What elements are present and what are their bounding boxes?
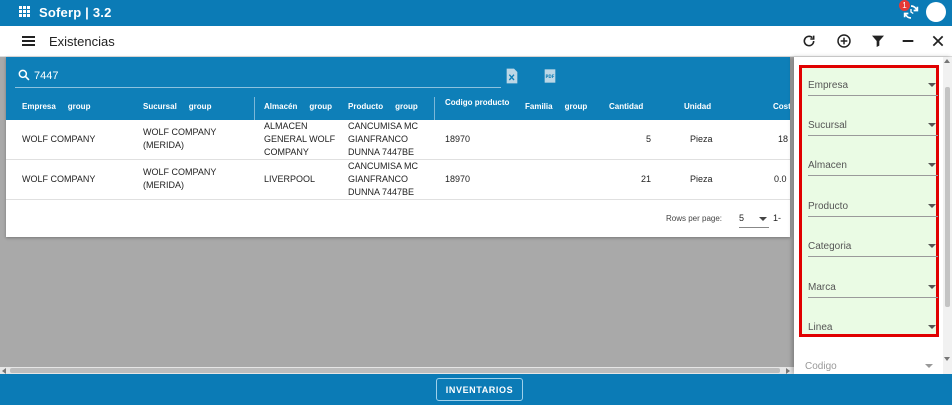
notification-badge: 1 <box>899 0 910 11</box>
apps-grid-icon[interactable] <box>19 6 30 17</box>
filter-categoria-select[interactable]: Categoria <box>808 237 938 257</box>
add-circle-icon[interactable] <box>836 33 852 49</box>
cell-sucursal: WOLF COMPANY (MERIDA) <box>143 127 217 150</box>
app-bar: Soferp | 3.2 1 <box>0 0 952 26</box>
column-header-producto[interactable]: Producto group <box>348 102 418 111</box>
cell-codigo: 18970 <box>445 174 471 184</box>
column-header-familia[interactable]: Familia group <box>525 102 587 111</box>
chevron-down-icon <box>928 83 936 87</box>
chevron-down-icon <box>925 364 933 368</box>
rows-per-page-label: Rows per page: <box>666 214 723 223</box>
horizontal-scrollbar[interactable] <box>0 367 794 374</box>
column-header-sucursal[interactable]: Sucursal group <box>143 102 211 111</box>
refresh-icon[interactable] <box>801 33 817 49</box>
column-divider <box>434 97 435 120</box>
column-header-unidad[interactable]: Unidad <box>684 102 711 111</box>
cell-costo: 18 <box>778 134 789 144</box>
column-divider <box>254 97 255 120</box>
cell-empresa: WOLF COMPANY <box>22 134 96 144</box>
chevron-down-icon <box>928 163 936 167</box>
chevron-down-icon <box>928 244 936 248</box>
search-bar <box>15 66 501 88</box>
chevron-down-icon[interactable] <box>759 217 767 221</box>
filters-highlight-box: Empresa Sucursal Almacen Producto Catego… <box>799 65 939 337</box>
cell-producto: CANCUMISA MC GIANFRANCO DUNNA 7447BE <box>348 161 419 197</box>
cell-cantidad: 5 <box>645 134 651 144</box>
filter-icon[interactable] <box>870 33 886 49</box>
filter-almacen-select[interactable]: Almacen <box>808 156 938 176</box>
content-overlay[interactable]: PDF Empresagroup Sucursalgroup Almacéngr… <box>0 57 794 369</box>
search-input[interactable] <box>34 68 474 84</box>
table-row[interactable]: WOLF COMPANY WOLF COMPANY (MERIDA) LIVERP… <box>6 160 790 200</box>
chevron-down-icon <box>928 325 936 329</box>
chevron-down-icon <box>928 285 936 289</box>
bottom-bar: INVENTARIOS <box>0 374 952 405</box>
cell-codigo: 18970 <box>445 134 471 144</box>
column-header-costo[interactable]: Costo <box>773 102 790 111</box>
search-icon <box>18 69 30 81</box>
column-header-almacen[interactable]: Almacén group <box>264 102 332 111</box>
scrollbar-thumb[interactable] <box>945 87 950 307</box>
chevron-down-icon <box>928 204 936 208</box>
cell-producto: CANCUMISA MC GIANFRANCO DUNNA 7447BE <box>348 121 419 157</box>
table-header: PDF Empresagroup Sucursalgroup Almacéngr… <box>6 57 790 120</box>
cell-almacen: LIVERPOOL <box>264 174 316 184</box>
rows-per-page-select[interactable]: 5 <box>739 213 744 223</box>
cell-unidad: Pieza <box>690 174 713 184</box>
pagination-range: 1- <box>773 213 782 223</box>
cell-empresa: WOLF COMPANY <box>22 174 96 184</box>
pdf-export-icon[interactable]: PDF <box>543 68 557 84</box>
cell-costo: 0.0 <box>774 174 787 184</box>
filter-codigo-select[interactable]: Codigo <box>805 357 935 374</box>
select-underline <box>739 227 769 228</box>
user-avatar[interactable] <box>926 2 946 22</box>
minimize-icon[interactable] <box>900 33 916 49</box>
close-icon[interactable] <box>930 33 946 49</box>
excel-export-icon[interactable] <box>505 68 519 84</box>
filter-producto-select[interactable]: Producto <box>808 197 938 217</box>
scroll-down-icon[interactable] <box>944 357 950 361</box>
page-title: Existencias <box>49 34 115 49</box>
column-header-codigo-producto[interactable]: Codigo producto <box>445 98 509 107</box>
column-header-cantidad[interactable]: Cantidad <box>609 102 643 111</box>
cell-sucursal: WOLF COMPANY (MERIDA) <box>143 167 217 190</box>
svg-text:PDF: PDF <box>546 74 555 79</box>
column-header-empresa[interactable]: Empresa group <box>22 102 90 111</box>
inventarios-button[interactable]: INVENTARIOS <box>436 378 523 401</box>
page-toolbar: Existencias <box>0 26 952 57</box>
table-pagination: Rows per page: 5 1- <box>6 201 790 237</box>
filter-marca-select[interactable]: Marca <box>808 278 938 298</box>
cell-unidad: Pieza <box>690 134 713 144</box>
cell-almacen: ALMACEN GENERAL WOLF COMPANY <box>264 121 336 157</box>
vertical-scrollbar[interactable] <box>943 57 952 374</box>
filter-empresa-select[interactable]: Empresa <box>808 76 938 96</box>
scroll-up-icon[interactable] <box>944 59 950 63</box>
chevron-down-icon <box>928 123 936 127</box>
scrollbar-thumb[interactable] <box>10 368 780 373</box>
hamburger-menu-icon[interactable] <box>22 36 35 46</box>
table-row[interactable]: WOLF COMPANY WOLF COMPANY (MERIDA) ALMACE… <box>6 120 790 160</box>
app-title: Soferp | 3.2 <box>39 5 112 20</box>
filter-sucursal-select[interactable]: Sucursal <box>808 116 938 136</box>
stock-table-card: PDF Empresagroup Sucursalgroup Almacéngr… <box>6 57 790 237</box>
filter-linea-select[interactable]: Linea <box>808 318 938 334</box>
filter-panel: Empresa Sucursal Almacen Producto Catego… <box>794 57 952 374</box>
cell-cantidad: 21 <box>640 174 651 184</box>
